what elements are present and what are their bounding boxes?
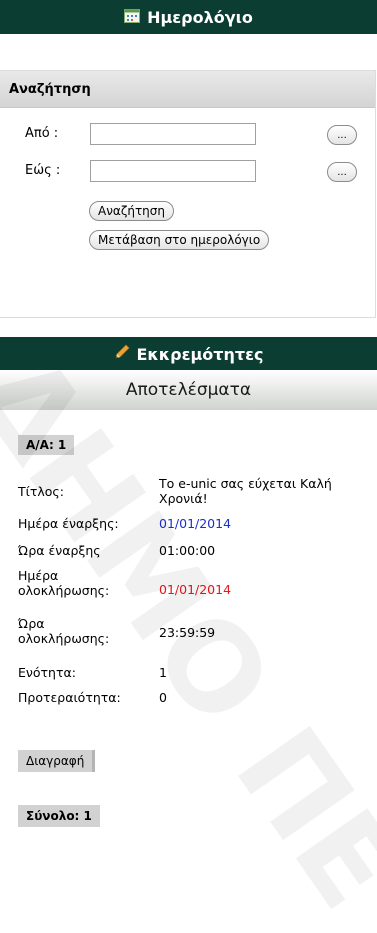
results-title: Αποτελέσματα (0, 370, 377, 410)
pending-header: Εκκρεμότητες (0, 337, 377, 371)
title-value: Το e-unic σας εύχεται Καλή Χρονιά! (159, 476, 332, 506)
title-label: Τίτλος: (18, 484, 64, 499)
search-panel-title: Αναζήτηση (0, 71, 375, 108)
priority-label: Προτεραιότητα: (18, 690, 121, 705)
goto-calendar-button[interactable]: Μετάβαση στο ημερολόγιο (89, 230, 270, 250)
end-time-label: Ώρα ολοκλήρωσης: (18, 616, 110, 646)
pending-header-title: Εκκρεμότητες (136, 344, 264, 364)
section-value: 1 (159, 665, 167, 680)
priority-value: 0 (159, 690, 167, 705)
calendar-header: Ημερολόγιο (0, 0, 377, 34)
delete-button[interactable]: Διαγραφή (18, 750, 96, 772)
start-date-label: Ημέρα έναρξης: (18, 516, 119, 531)
to-date-picker-button[interactable]: ... (327, 162, 357, 182)
calendar-header-title: Ημερολόγιο (147, 7, 253, 27)
from-date-input[interactable] (90, 123, 256, 145)
from-date-picker-button[interactable]: ... (327, 125, 357, 145)
search-button[interactable]: Αναζήτηση (89, 201, 174, 221)
calendar-icon (124, 8, 141, 27)
item-number-badge: Α/Α: 1 (18, 435, 75, 455)
total-count: Σύνολο: 1 (18, 805, 100, 827)
start-date-value: 01/01/2014 (159, 516, 232, 531)
to-date-input[interactable] (90, 160, 256, 182)
section-label: Ενότητα: (18, 665, 76, 680)
to-label: Εώς : (25, 163, 61, 178)
start-time-label: Ώρα έναρξης (18, 543, 101, 558)
pencil-icon (114, 344, 130, 364)
end-date-value: 01/01/2014 (159, 582, 232, 597)
start-time-value: 01:00:00 (159, 543, 216, 558)
search-panel: Αναζήτηση (0, 70, 376, 318)
end-time-value: 23:59:59 (159, 625, 216, 640)
end-date-label: Ημέρα ολοκλήρωσης: (18, 568, 110, 598)
from-label: Από : (25, 126, 59, 141)
